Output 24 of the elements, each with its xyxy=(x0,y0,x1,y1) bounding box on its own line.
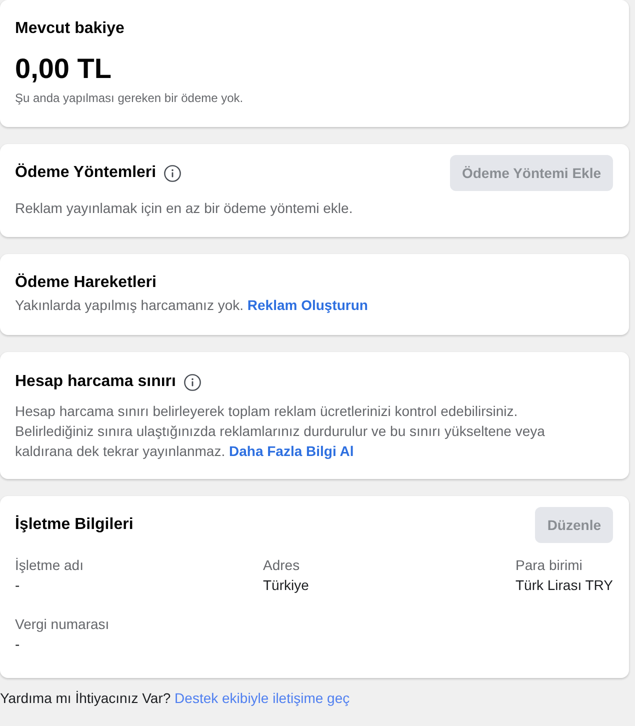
help-text: Yardıma mı İhtiyacınız Var? Destek ekibiyle iletişime geç xyxy=(0,689,350,708)
section-title: Ödeme Hareketleri xyxy=(15,273,156,293)
field-label: Vergi numarası xyxy=(15,615,110,634)
section-description: Hesap harcama sınırı belirleyerek toplam reklam ücretlerinizi kontrol edebilirsiniz. Belirlediğiniz sınıra ulaştığınızda reklamlarınız durdurulur ve bu sınırı yükseltene veya kaldırana dek tekrar yayınlanmaz. Daha Fazla Bilgi Al xyxy=(15,402,546,461)
field-value: Türkiye xyxy=(263,576,309,595)
balance-amount: 0,00 TL xyxy=(15,53,112,85)
field-value: - xyxy=(15,635,20,654)
section-description: Yakınlarda yapılmış harcamanız yok. Reklam Oluşturun xyxy=(15,296,368,315)
info-icon[interactable] xyxy=(184,374,201,390)
field-value: - xyxy=(15,576,20,595)
field-label: Para birimi xyxy=(515,556,582,575)
field-value: Türk Lirası TRY xyxy=(515,576,613,595)
section-title: Hesap harcama sınırı xyxy=(15,372,176,392)
info-icon[interactable] xyxy=(164,164,182,182)
field-label: Adres xyxy=(263,556,300,575)
section-title: Mevcut bakiye xyxy=(15,19,124,39)
field-label: İşletme adı xyxy=(15,556,84,575)
create-ad-link[interactable]: Reklam Oluşturun xyxy=(247,297,368,313)
balance-note: Şu anda yapılması gereken bir ödeme yok. xyxy=(15,90,244,106)
learn-more-link[interactable]: Daha Fazla Bilgi Al xyxy=(229,443,354,459)
contact-support-link[interactable]: Destek ekibiyle iletişime geç xyxy=(174,690,350,706)
section-title: İşletme Bilgileri xyxy=(15,515,134,535)
section-title: Ödeme Yöntemleri xyxy=(15,163,156,183)
section-description: Reklam yayınlamak için en az bir ödeme yöntemi ekle. xyxy=(15,199,353,218)
